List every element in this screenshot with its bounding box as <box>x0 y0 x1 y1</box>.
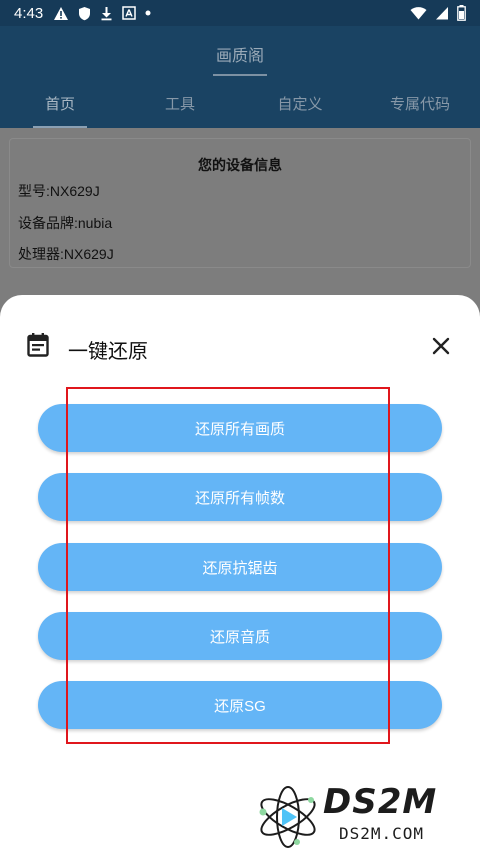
atom-logo-icon <box>259 786 316 848</box>
device-info-title: 您的设备信息 <box>198 157 282 173</box>
shield-icon <box>78 6 91 21</box>
notification-icons <box>53 6 151 21</box>
tab-bar: 首页 工具 自定义 专属代码 <box>0 88 480 128</box>
calendar-icon <box>27 333 49 357</box>
tab-tools[interactable]: 工具 <box>120 88 240 128</box>
watermark-text: DS2M <box>323 782 438 822</box>
signal-icon <box>435 6 449 20</box>
tab-label: 首页 <box>44 96 75 113</box>
restore-all-framerate-button[interactable]: 还原所有帧数 <box>38 473 442 521</box>
device-processor: 处理器:NX629J <box>18 246 114 262</box>
restore-all-graphics-button[interactable]: 还原所有画质 <box>38 404 442 452</box>
tab-label: 自定义 <box>277 96 323 113</box>
tab-label: 专属代码 <box>389 96 450 113</box>
sheet-title: 一键还原 <box>68 341 148 363</box>
device-info-card: 您的设备信息 型号:NX629J 设备品牌:nubia 处理器:NX629J <box>9 138 471 268</box>
tab-custom[interactable]: 自定义 <box>240 88 360 128</box>
wifi-icon <box>410 6 427 20</box>
watermark: DS2M DS2M.COM <box>253 782 473 852</box>
restore-antialiasing-button[interactable]: 还原抗锯齿 <box>38 543 442 591</box>
restore-sg-button[interactable]: 还原SG <box>38 681 442 729</box>
watermark-url: DS2M.COM <box>339 824 425 843</box>
tab-home[interactable]: 首页 <box>0 88 120 128</box>
warning-icon <box>53 6 69 21</box>
restore-audio-button[interactable]: 还原音质 <box>38 612 442 660</box>
title-underline <box>213 74 267 76</box>
close-button[interactable] <box>428 333 454 359</box>
device-brand: 设备品牌:nubia <box>18 215 113 231</box>
status-time: 4:43 <box>14 4 44 22</box>
app-bar: 画质阁 首页 工具 自定义 专属代码 <box>0 26 480 128</box>
download-icon <box>100 6 113 21</box>
tab-label: 工具 <box>164 96 195 113</box>
app-store-icon <box>122 6 136 20</box>
battery-icon <box>457 5 466 21</box>
close-icon <box>432 337 450 355</box>
system-icons <box>410 5 466 21</box>
dot-icon <box>145 10 151 16</box>
app-title: 画质阁 <box>215 48 264 65</box>
status-bar: 4:43 <box>0 0 480 26</box>
device-model: 型号:NX629J <box>18 183 100 199</box>
tab-exclusive-code[interactable]: 专属代码 <box>360 88 480 128</box>
